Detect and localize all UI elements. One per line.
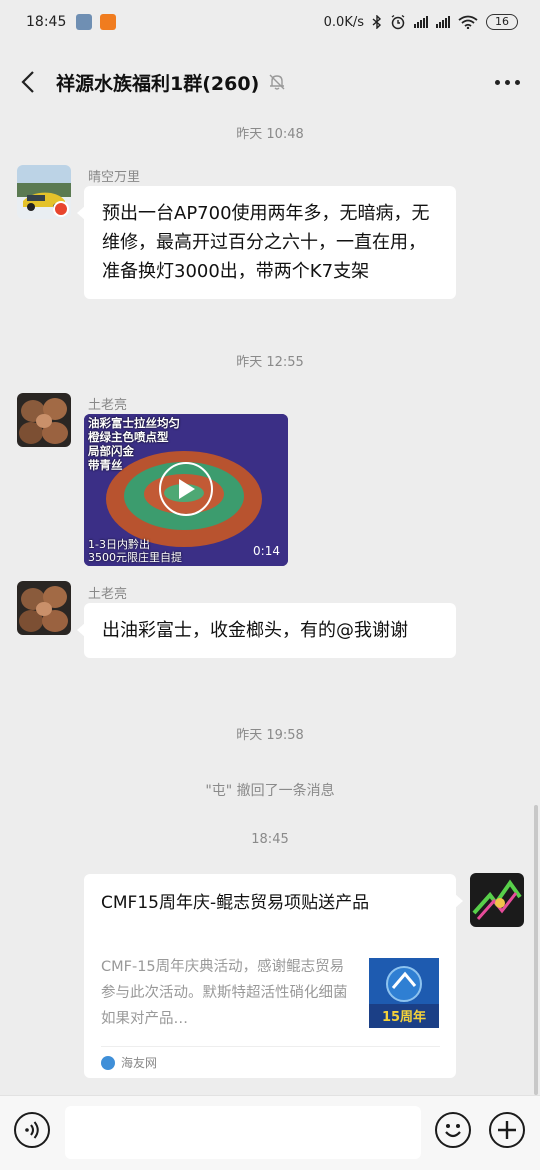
message-input[interactable] xyxy=(65,1106,421,1159)
emoji-button[interactable] xyxy=(435,1112,471,1148)
avatar-coral-icon xyxy=(470,873,524,927)
voice-icon xyxy=(25,1121,39,1139)
video-caption-bottom: 1-3日内黔出 3500元限庄里自提 xyxy=(88,538,182,564)
play-icon xyxy=(179,479,195,499)
video-message[interactable]: 油彩富士拉丝均匀 橙绿主色喷点型 局部闪金 带青丝 1-3日内黔出 3500元限… xyxy=(84,414,288,566)
back-arrow-icon xyxy=(21,71,34,93)
link-card[interactable]: CMF15周年庆-鲲志贸易项贴送产品 CMF-15周年庆典活动，感谢鲲志贸易参与… xyxy=(84,874,463,1078)
back-button[interactable] xyxy=(16,67,40,97)
mute-bell-icon xyxy=(269,74,285,90)
card-thumb-label: 15周年 xyxy=(381,1010,427,1025)
sender-name: 土老亮 xyxy=(88,587,128,602)
timestamp: 昨天 10:48 xyxy=(236,127,304,142)
notification-app-icon xyxy=(76,14,93,30)
sender-name: 晴空万里 xyxy=(88,170,141,185)
sender-name: 土老亮 xyxy=(88,398,128,413)
signal-hd-icon xyxy=(436,16,450,28)
voice-button[interactable] xyxy=(14,1112,50,1148)
card-description: CMF-15周年庆典活动，感谢鲲志贸易参与此次活动。默斯特超活性硝化细菌如果对产… xyxy=(101,959,348,1027)
message-bubble[interactable]: 出油彩富士，收金榔头，有的@我谢谢 xyxy=(77,603,456,658)
notification-app-icon-2 xyxy=(100,14,117,30)
scrollbar[interactable] xyxy=(534,805,538,1095)
avatar-shells-icon xyxy=(17,581,71,635)
battery-indicator: 16 xyxy=(486,14,518,30)
status-time: 18:45 xyxy=(26,14,67,30)
recall-notice: "屯" 撤回了一条消息 xyxy=(205,783,335,799)
card-divider xyxy=(101,1046,440,1047)
more-button[interactable] xyxy=(491,72,524,93)
wifi-icon xyxy=(458,15,478,29)
card-source-label: 海友网 xyxy=(121,1056,158,1070)
more-icon xyxy=(495,79,500,85)
timestamp: 18:45 xyxy=(251,832,289,847)
chat-area[interactable]: 昨天 10:48 晴空万里 预出一台AP700使用两年多，无暗病，无维修，最高开… xyxy=(0,110,540,1095)
play-button[interactable] xyxy=(159,462,213,516)
video-duration: 0:14 xyxy=(253,544,280,558)
card-source: 海友网 xyxy=(101,1054,157,1071)
signal-icon xyxy=(414,16,428,28)
card-thumbnail: 15周年 xyxy=(369,958,439,1028)
message-bubble[interactable]: 预出一台AP700使用两年多，无暗病，无维修，最高开过百分之六十，一直在用，准备… xyxy=(77,186,456,299)
chat-header: 祥源水族福利1群(260) xyxy=(0,44,540,120)
timestamp: 昨天 12:55 xyxy=(236,355,304,370)
network-speed: 0.0K/s xyxy=(323,14,364,30)
avatar[interactable] xyxy=(17,581,71,635)
timestamp: 昨天 19:58 xyxy=(236,728,304,743)
status-bar: 18:45 0.0K/s 16 xyxy=(0,0,540,44)
bluetooth-icon xyxy=(372,15,382,29)
chat-title: 祥源水族福利1群(260) xyxy=(56,72,260,95)
video-caption: 油彩富士拉丝均匀 橙绿主色喷点型 局部闪金 带青丝 xyxy=(88,416,180,472)
avatar-shells-icon xyxy=(17,393,71,447)
plus-icon xyxy=(498,1121,516,1139)
avatar[interactable] xyxy=(17,393,71,447)
source-logo-icon xyxy=(101,1055,115,1070)
alarm-icon xyxy=(391,14,405,30)
avatar[interactable] xyxy=(17,165,71,219)
input-bar xyxy=(0,1095,540,1170)
emoji-icon xyxy=(445,1124,461,1138)
plus-button[interactable] xyxy=(489,1112,525,1148)
my-avatar[interactable] xyxy=(470,873,524,927)
avatar-photo-icon xyxy=(17,165,71,219)
card-title: CMF15周年庆-鲲志贸易项贴送产品 xyxy=(101,893,370,913)
